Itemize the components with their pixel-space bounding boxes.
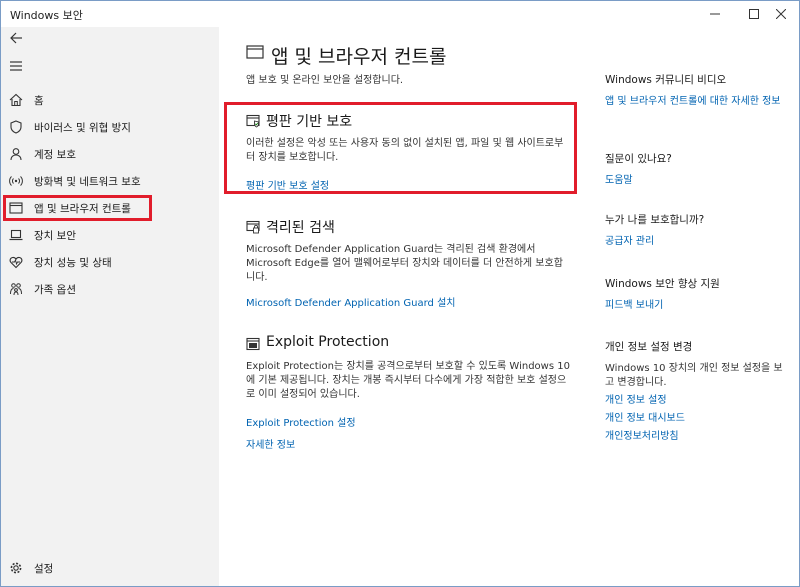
sidebar-item-settings[interactable]: 설정 (1, 555, 219, 581)
sidebar-item-label: 홈 (34, 95, 44, 107)
exploit-protection-settings-link[interactable]: Exploit Protection 설정 (246, 414, 576, 429)
page-title: 앱 및 브라우저 컨트롤 (271, 46, 447, 68)
minimize-button[interactable] (698, 1, 732, 27)
exploit-protection-icon (246, 337, 260, 351)
person-icon (10, 148, 22, 161)
page-subtitle: 앱 보호 및 온라인 보안을 설정합니다. (246, 75, 404, 86)
home-icon (9, 93, 23, 107)
heart-icon (9, 256, 23, 269)
sidebar-item-label: 장치 성능 및 상태 (34, 257, 112, 269)
privacy-description: Windows 10 장치의 개인 정보 설정을 보고 변경합니다. (605, 363, 783, 388)
sidebar-item-label: 장치 보안 (34, 230, 76, 242)
right-panel-improve: Windows 보안 향상 지원 피드백 보내기 (605, 276, 790, 313)
community-video-link[interactable]: 앱 및 브라우저 컨트롤에 대한 자세한 정보 (605, 95, 790, 109)
minimize-icon (710, 13, 720, 15)
section-isolated-browsing: 격리된 검색 Microsoft Defender Application Gu… (246, 217, 576, 309)
back-arrow-icon[interactable] (9, 31, 23, 45)
hamburger-menu-icon[interactable] (9, 60, 23, 72)
sidebar-item-home[interactable]: 홈 (1, 87, 219, 113)
sidebar-item-label: 설정 (34, 563, 54, 575)
privacy-dashboard-link[interactable]: 개인 정보 대시보드 (605, 412, 790, 426)
shield-icon (10, 120, 22, 134)
right-panel-question: 질문이 있나요? 도움말 (605, 151, 790, 188)
maximize-icon (749, 9, 759, 19)
laptop-icon (9, 229, 23, 241)
sidebar-item-virus-protection[interactable]: 바이러스 및 위협 방지 (1, 114, 219, 140)
wifi-antenna-icon (9, 176, 23, 186)
sidebar-item-label: 가족 옵션 (34, 284, 76, 296)
sidebar-item-family-options[interactable]: 가족 옵션 (1, 276, 219, 302)
right-panel-privacy: 개인 정보 설정 변경 Windows 10 장치의 개인 정보 설정을 보고 … (605, 339, 790, 444)
right-panel-community: Windows 커뮤니티 비디오 앱 및 브라우저 컨트롤에 대한 자세한 정보 (605, 72, 790, 109)
sidebar-item-label: 방화벽 및 네트워크 보호 (34, 176, 141, 188)
window-title: Windows 보안 (10, 9, 83, 22)
section-description: Exploit Protection는 장치를 공격으로부터 보호할 수 있도록… (246, 361, 570, 400)
sidebar-item-label: 계정 보호 (34, 149, 76, 161)
sidebar-item-label: 바이러스 및 위협 방지 (34, 122, 131, 134)
section-description: Microsoft Defender Application Guard는 격리… (246, 244, 563, 283)
privacy-statement-link[interactable]: 개인정보처리방침 (605, 430, 790, 444)
community-video-heading: Windows 커뮤니티 비디오 (605, 74, 727, 86)
sidebar-item-account-protection[interactable]: 계정 보호 (1, 141, 219, 167)
application-guard-install-link[interactable]: Microsoft Defender Application Guard 설치 (246, 294, 576, 309)
help-link[interactable]: 도움말 (605, 174, 790, 188)
section-title: Exploit Protection (266, 334, 390, 350)
send-feedback-link[interactable]: 피드백 보내기 (605, 299, 790, 313)
highlight-box-sidebar (3, 195, 152, 221)
sidebar-item-device-security[interactable]: 장치 보안 (1, 222, 219, 248)
section-exploit-protection: Exploit Protection Exploit Protection는 장… (246, 334, 576, 451)
protector-heading: 누가 나를 보호합니까? (605, 214, 705, 226)
learn-more-link[interactable]: 자세한 정보 (246, 436, 576, 451)
family-icon (10, 283, 22, 296)
isolated-browsing-icon (246, 220, 260, 234)
highlight-box-reputation (224, 102, 577, 194)
section-title: 격리된 검색 (266, 220, 335, 236)
close-icon (776, 9, 786, 19)
sidebar: 홈 바이러스 및 위협 방지 계정 보호 방화벽 및 네트워크 보호 앱 및 브… (1, 27, 219, 586)
manage-providers-link[interactable]: 공급자 관리 (605, 235, 790, 249)
windows-security-window: Windows 보안 홈 바이러스 및 위협 방지 계정 보호 방화벽 및 네트… (0, 0, 800, 587)
gear-icon (10, 562, 22, 574)
privacy-heading: 개인 정보 설정 변경 (605, 341, 693, 353)
title-bar: Windows 보안 (1, 1, 799, 27)
close-button[interactable] (764, 1, 798, 27)
privacy-settings-link[interactable]: 개인 정보 설정 (605, 394, 790, 408)
sidebar-item-firewall[interactable]: 방화벽 및 네트워크 보호 (1, 168, 219, 194)
right-panel-protector: 누가 나를 보호합니까? 공급자 관리 (605, 212, 790, 249)
sidebar-item-device-performance[interactable]: 장치 성능 및 상태 (1, 249, 219, 275)
improve-heading: Windows 보안 향상 지원 (605, 278, 720, 290)
app-window-icon (246, 45, 264, 59)
question-heading: 질문이 있나요? (605, 153, 672, 165)
